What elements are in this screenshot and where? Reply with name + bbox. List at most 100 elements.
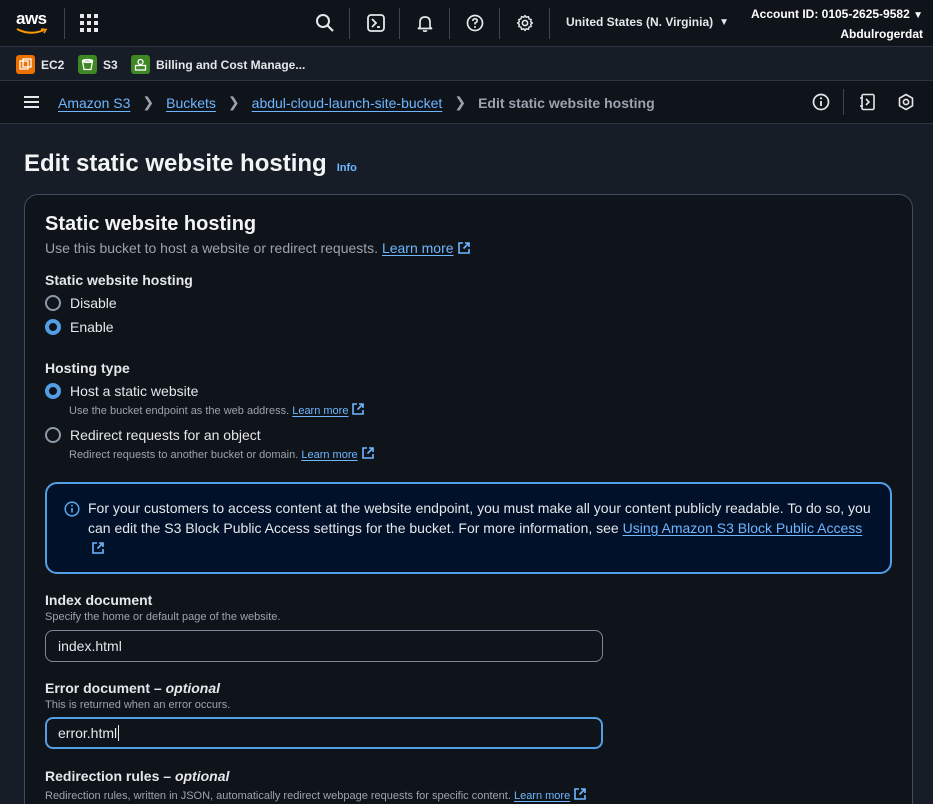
- nav-divider: [399, 8, 400, 39]
- radio-label: Enable: [70, 319, 114, 335]
- alert-text: For your customers to access content at …: [88, 498, 878, 558]
- feedback-hexagon-icon[interactable]: [896, 92, 916, 112]
- external-link-icon: [457, 242, 470, 254]
- aws-logo[interactable]: aws: [16, 10, 50, 36]
- index-document-label: Index document: [45, 592, 153, 608]
- favorite-label: EC2: [41, 57, 65, 72]
- region-selector[interactable]: United States (N. Virginia) ▼: [566, 15, 729, 29]
- redirection-rules-label: Redirection rules – optional: [45, 768, 230, 784]
- info-link[interactable]: Info: [337, 162, 357, 174]
- caret-down-icon: ▼: [719, 16, 730, 28]
- option-description: Use the bucket endpoint as the web addre…: [69, 405, 290, 417]
- help-icon[interactable]: [464, 12, 486, 34]
- index-document-input[interactable]: index.html: [45, 630, 603, 662]
- radio-button-selected[interactable]: [45, 319, 61, 335]
- radio-label: Redirect requests for an object: [70, 427, 261, 443]
- panel-description-text: Use this bucket to host a website or red…: [45, 240, 379, 256]
- panel-title: Static website hosting: [45, 213, 257, 235]
- nav-divider: [449, 8, 450, 39]
- top-navigation: aws United States (N. Virginia) ▼ Accoun…: [0, 0, 933, 47]
- learn-more-text: Learn more: [513, 790, 571, 802]
- radio-enable[interactable]: Enable: [45, 319, 114, 335]
- label-text: Redirection rules: [45, 768, 160, 784]
- s3-bucket-icon: [78, 55, 97, 74]
- nav-divider: [499, 8, 500, 39]
- radio-button[interactable]: [45, 427, 61, 443]
- info-circle-icon[interactable]: [811, 92, 831, 112]
- text-caret: [118, 725, 120, 741]
- nav-divider: [549, 8, 550, 39]
- external-link-icon: [92, 542, 104, 554]
- breadcrumb-bucket[interactable]: abdul-cloud-launch-site-bucket: [252, 95, 443, 111]
- nav-divider: [64, 8, 65, 39]
- input-value: index.html: [58, 638, 122, 654]
- input-value: error.html: [58, 725, 118, 741]
- notifications-bell-icon[interactable]: [414, 12, 436, 34]
- ec2-service-icon: [16, 55, 35, 74]
- redirect-desc: Redirect requests to another bucket or d…: [69, 446, 375, 461]
- hosting-label: Static website hosting: [45, 272, 193, 288]
- page-title-text: Edit static website hosting: [24, 150, 327, 177]
- radio-host-static-website[interactable]: Host a static website: [45, 383, 198, 399]
- optional-tag: optional: [165, 680, 221, 696]
- radio-button[interactable]: [45, 295, 61, 311]
- hosting-type-label: Hosting type: [45, 360, 130, 376]
- error-document-hint: This is returned when an error occurs.: [45, 699, 231, 711]
- chevron-right-icon: ❯: [454, 94, 467, 110]
- learn-more-text: Learn more: [292, 405, 349, 417]
- radio-disable[interactable]: Disable: [45, 295, 117, 311]
- learn-more-link[interactable]: Learn more: [292, 403, 365, 417]
- breadcrumb-amazon-s3[interactable]: Amazon S3: [58, 95, 130, 111]
- error-document-label: Error document – optional: [45, 680, 221, 696]
- nav-divider: [349, 8, 350, 39]
- radio-redirect-requests[interactable]: Redirect requests for an object: [45, 427, 261, 443]
- external-link-icon: [352, 403, 365, 415]
- chevron-right-icon: ❯: [227, 94, 240, 110]
- account-menu[interactable]: Account ID: 0105-2625-9582 ▼ Abdulrogerd…: [751, 5, 923, 43]
- nav-divider: [843, 89, 844, 115]
- settings-gear-icon[interactable]: [514, 12, 536, 34]
- breadcrumb-bar: Amazon S3 ❯ Buckets ❯ abdul-cloud-launch…: [0, 81, 933, 124]
- page-title: Edit static website hosting Info: [24, 150, 357, 178]
- learn-more-link[interactable]: Learn more: [301, 447, 374, 461]
- external-link-icon: [574, 788, 587, 800]
- favorite-label: S3: [103, 57, 118, 72]
- cloudshell-icon[interactable]: [365, 12, 387, 34]
- radio-label: Host a static website: [70, 383, 199, 399]
- caret-down-icon: ▼: [913, 10, 923, 21]
- alert-link-text: Using Amazon S3 Block Public Access: [622, 520, 863, 536]
- favorite-s3[interactable]: S3: [78, 55, 118, 74]
- breadcrumb: Amazon S3 ❯ Buckets ❯ abdul-cloud-launch…: [58, 94, 655, 111]
- breadcrumb-current: Edit static website hosting: [478, 94, 655, 111]
- learn-more-link[interactable]: Learn more: [513, 788, 587, 802]
- static-website-hosting-panel: Static website hosting Use this bucket t…: [24, 194, 913, 804]
- favorite-ec2[interactable]: EC2: [16, 55, 64, 74]
- billing-icon: [131, 55, 150, 74]
- services-grid-icon[interactable]: [80, 14, 98, 32]
- chevron-right-icon: ❯: [142, 94, 155, 110]
- error-document-input[interactable]: error.html: [45, 717, 603, 749]
- menu-hamburger-icon[interactable]: [24, 96, 39, 109]
- info-circle-icon: [64, 501, 80, 517]
- favorite-billing[interactable]: Billing and Cost Manage...: [131, 55, 305, 74]
- learn-more-link[interactable]: Learn more: [382, 240, 471, 256]
- radio-label: Disable: [70, 295, 117, 311]
- host-static-desc: Use the bucket endpoint as the web addre…: [69, 402, 365, 417]
- external-link-icon: [361, 447, 374, 459]
- breadcrumb-buckets[interactable]: Buckets: [166, 95, 216, 111]
- option-description: Redirect requests to another bucket or d…: [69, 449, 299, 461]
- radio-button-selected[interactable]: [45, 383, 61, 399]
- notes-panel-icon[interactable]: [858, 92, 878, 112]
- search-icon[interactable]: [314, 12, 336, 34]
- account-id: Account ID: 0105-2625-9582: [751, 7, 910, 21]
- aws-logo-text: aws: [16, 9, 47, 28]
- aws-smile-icon: [16, 28, 48, 34]
- index-document-hint: Specify the home or default page of the …: [45, 611, 281, 623]
- learn-more-text: Learn more: [381, 240, 454, 256]
- favorites-bar: EC2 S3 Billing and Cost Manage...: [0, 47, 933, 81]
- learn-more-text: Learn more: [301, 449, 358, 461]
- region-label: United States (N. Virginia): [566, 15, 714, 29]
- public-access-alert: For your customers to access content at …: [45, 482, 892, 574]
- optional-tag: optional: [174, 768, 230, 784]
- label-text: Error document: [45, 680, 151, 696]
